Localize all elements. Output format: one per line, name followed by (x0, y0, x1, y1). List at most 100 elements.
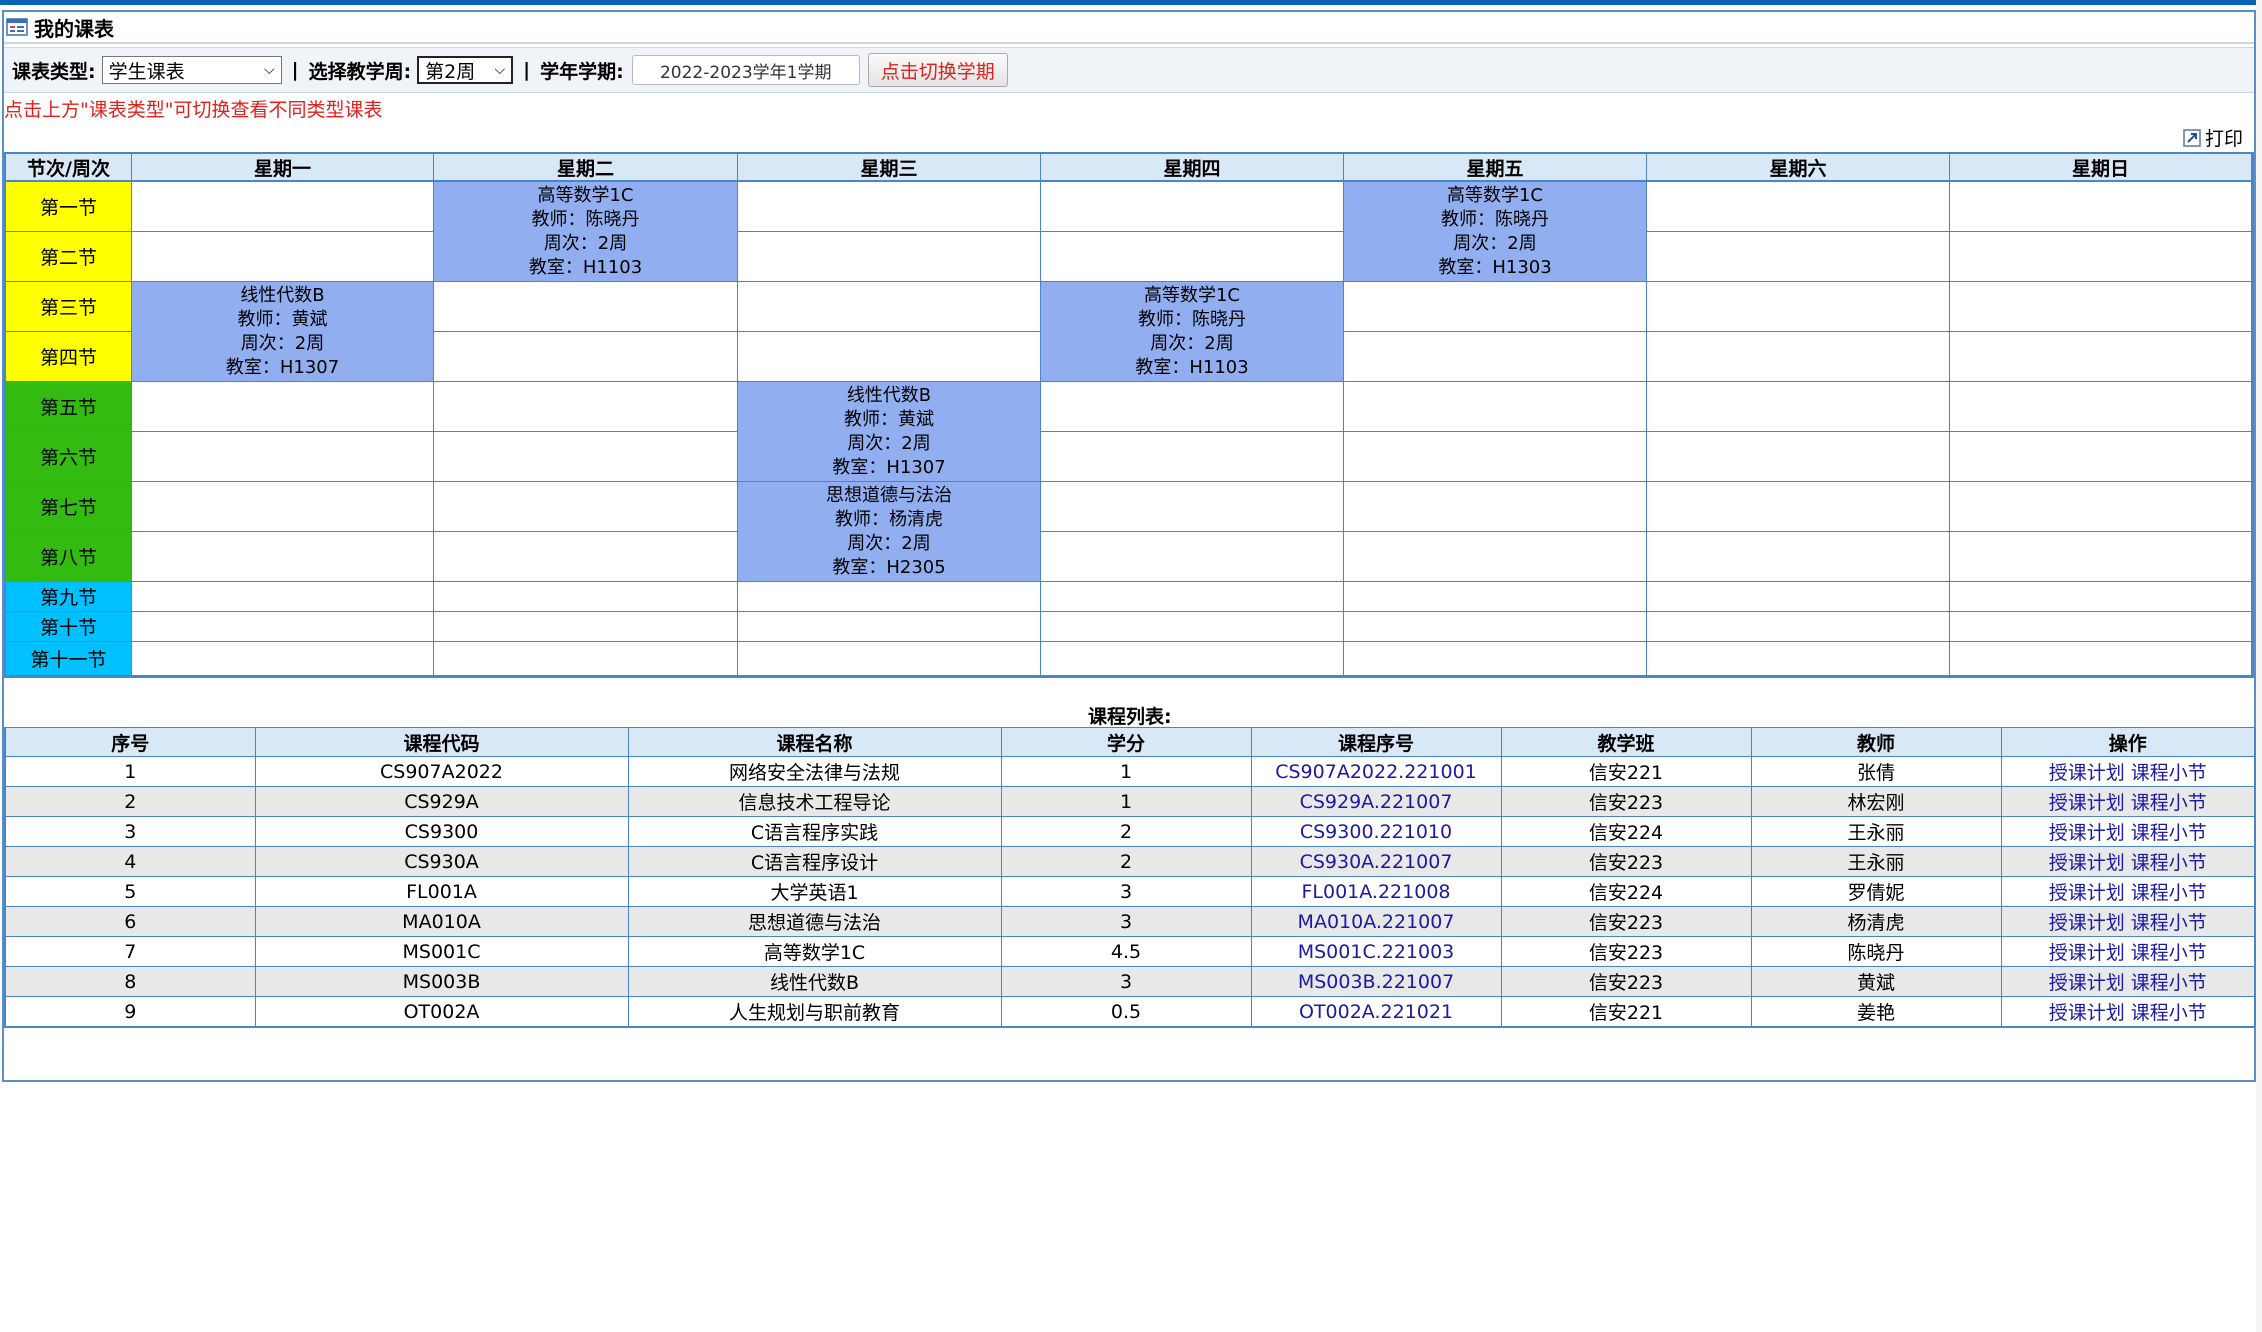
course-number-link[interactable]: MS003B.221007 (1250, 966, 1502, 997)
timetable-cell[interactable] (1647, 182, 1950, 232)
teaching-plan-link[interactable]: 授课计划 (2049, 762, 2125, 784)
timetable-cell[interactable] (132, 612, 434, 642)
course-block[interactable]: 线性代数B 教师：黄斌 周次：2周 教室：H1307 (132, 282, 434, 382)
course-section-link[interactable]: 课程小节 (2131, 912, 2207, 934)
course-number-link[interactable]: MA010A.221007 (1250, 906, 1502, 937)
course-number-link[interactable]: CS9300.221010 (1250, 816, 1502, 847)
timetable-cell[interactable] (1041, 232, 1344, 282)
timetable-cell[interactable] (738, 642, 1041, 676)
timetable-cell[interactable] (434, 482, 738, 532)
teaching-plan-link[interactable]: 授课计划 (2049, 882, 2125, 904)
timetable-cell[interactable] (1950, 532, 2252, 582)
course-section-link[interactable]: 课程小节 (2131, 792, 2207, 814)
timetable-cell[interactable] (1950, 232, 2252, 282)
course-section-link[interactable]: 课程小节 (2131, 822, 2207, 844)
course-section-link[interactable]: 课程小节 (2131, 882, 2207, 904)
timetable-cell[interactable] (1041, 432, 1344, 482)
timetable-cell[interactable] (1647, 582, 1950, 612)
timetable-cell[interactable] (1041, 482, 1344, 532)
timetable-cell[interactable] (434, 532, 738, 582)
timetable-cell[interactable] (1950, 482, 2252, 532)
course-block[interactable]: 高等数学1C 教师：陈晓丹 周次：2周 教室：H1303 (1344, 182, 1647, 282)
course-block[interactable]: 思想道德与法治 教师：杨清虎 周次：2周 教室：H2305 (738, 482, 1041, 582)
timetable-cell[interactable] (1647, 532, 1950, 582)
timetable-cell[interactable] (1344, 432, 1647, 482)
timetable-cell[interactable] (1344, 332, 1647, 382)
teaching-plan-link[interactable]: 授课计划 (2049, 792, 2125, 814)
timetable-cell[interactable] (1950, 612, 2252, 642)
timetable-cell[interactable] (1041, 642, 1344, 676)
print-button[interactable]: 打印 (2183, 124, 2243, 151)
type-select[interactable]: 学生课表 ⌵ (101, 56, 282, 84)
timetable-cell[interactable] (738, 612, 1041, 642)
timetable-cell[interactable] (132, 232, 434, 282)
course-section-link[interactable]: 课程小节 (2131, 942, 2207, 964)
timetable-cell[interactable] (1041, 612, 1344, 642)
timetable-cell[interactable] (1647, 282, 1950, 332)
timetable-cell[interactable] (1950, 332, 2252, 382)
week-select[interactable]: 第2周 ⌵ (417, 56, 514, 84)
course-number-link[interactable]: FL001A.221008 (1250, 876, 1502, 907)
course-section-link[interactable]: 课程小节 (2131, 1002, 2207, 1024)
timetable-cell[interactable] (434, 382, 738, 432)
switch-term-button[interactable]: 点击切换学期 (867, 53, 1008, 87)
timetable-cell[interactable] (1950, 382, 2252, 432)
scrollbar[interactable] (2256, 0, 2262, 1332)
timetable-cell[interactable] (1344, 642, 1647, 676)
timetable-cell[interactable] (738, 232, 1041, 282)
timetable-cell[interactable] (434, 282, 738, 332)
timetable-cell[interactable] (1647, 382, 1950, 432)
timetable-cell[interactable] (1950, 642, 2252, 676)
timetable-cell[interactable] (1647, 642, 1950, 676)
course-number-link[interactable]: CS907A2022.221001 (1250, 756, 1502, 787)
timetable-cell[interactable] (1950, 182, 2252, 232)
teaching-plan-link[interactable]: 授课计划 (2049, 912, 2125, 934)
timetable-cell[interactable] (1344, 532, 1647, 582)
timetable-cell[interactable] (1344, 482, 1647, 532)
course-block[interactable]: 线性代数B 教师：黄斌 周次：2周 教室：H1307 (738, 382, 1041, 482)
timetable-cell[interactable] (1344, 282, 1647, 332)
timetable-cell[interactable] (1041, 382, 1344, 432)
timetable-cell[interactable] (1647, 332, 1950, 382)
timetable-cell[interactable] (1041, 182, 1344, 232)
timetable-cell[interactable] (434, 332, 738, 382)
timetable-cell[interactable] (132, 382, 434, 432)
timetable-cell[interactable] (434, 642, 738, 676)
timetable-cell[interactable] (1041, 582, 1344, 612)
timetable-cell[interactable] (1647, 232, 1950, 282)
course-section-link[interactable]: 课程小节 (2131, 972, 2207, 994)
timetable-cell[interactable] (1344, 582, 1647, 612)
teaching-plan-link[interactable]: 授课计划 (2049, 822, 2125, 844)
course-number-link[interactable]: MS001C.221003 (1250, 936, 1502, 967)
timetable-cell[interactable] (434, 582, 738, 612)
timetable-cell[interactable] (434, 432, 738, 482)
timetable-cell[interactable] (1950, 282, 2252, 332)
timetable-cell[interactable] (132, 182, 434, 232)
timetable-cell[interactable] (1344, 382, 1647, 432)
timetable-cell[interactable] (1647, 482, 1950, 532)
timetable-cell[interactable] (738, 182, 1041, 232)
course-number-link[interactable]: CS930A.221007 (1250, 846, 1502, 877)
course-section-link[interactable]: 课程小节 (2131, 852, 2207, 874)
timetable-cell[interactable] (1950, 432, 2252, 482)
course-block[interactable]: 高等数学1C 教师：陈晓丹 周次：2周 教室：H1103 (1041, 282, 1344, 382)
timetable-cell[interactable] (1647, 612, 1950, 642)
course-number-link[interactable]: OT002A.221021 (1250, 996, 1502, 1028)
timetable-cell[interactable] (132, 482, 434, 532)
timetable-cell[interactable] (132, 532, 434, 582)
timetable-cell[interactable] (1344, 612, 1647, 642)
timetable-cell[interactable] (738, 282, 1041, 332)
course-section-link[interactable]: 课程小节 (2131, 762, 2207, 784)
term-field[interactable]: 2022-2023学年1学期 (631, 55, 860, 85)
timetable-cell[interactable] (1041, 532, 1344, 582)
timetable-cell[interactable] (738, 582, 1041, 612)
course-block[interactable]: 高等数学1C 教师：陈晓丹 周次：2周 教室：H1103 (434, 182, 738, 282)
timetable-cell[interactable] (132, 432, 434, 482)
teaching-plan-link[interactable]: 授课计划 (2049, 1002, 2125, 1024)
timetable-cell[interactable] (738, 332, 1041, 382)
timetable-cell[interactable] (132, 642, 434, 676)
course-number-link[interactable]: CS929A.221007 (1250, 786, 1502, 817)
teaching-plan-link[interactable]: 授课计划 (2049, 942, 2125, 964)
timetable-cell[interactable] (1950, 582, 2252, 612)
timetable-cell[interactable] (1647, 432, 1950, 482)
